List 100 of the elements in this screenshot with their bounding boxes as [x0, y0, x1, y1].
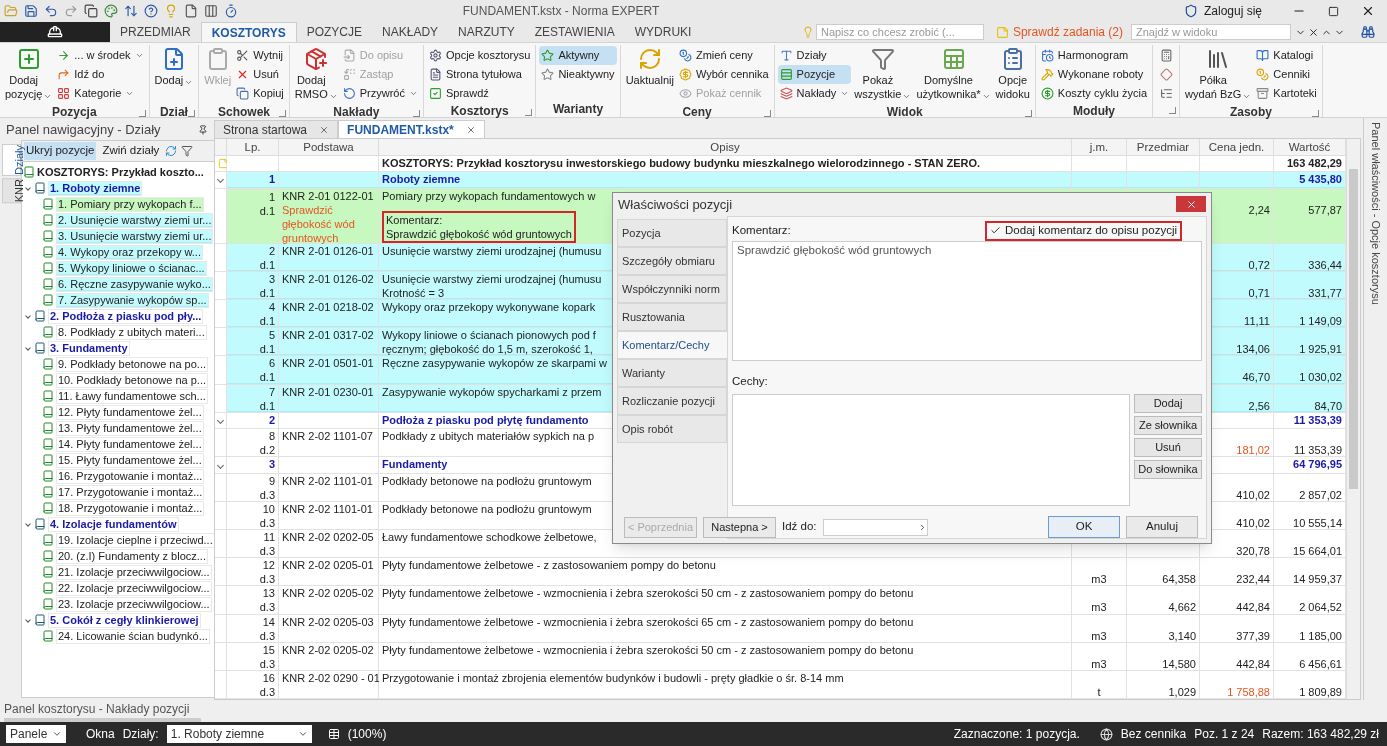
scrollbar[interactable]	[1346, 139, 1360, 699]
comment-checkbox[interactable]: Dodaj komentarz do opisu pozycji	[985, 220, 1182, 241]
app-menu-button[interactable]	[0, 22, 110, 42]
windows-icon[interactable]	[84, 4, 98, 18]
comment-field[interactable]: Sprawdzić głębokość wód gruntowych	[732, 240, 1202, 361]
ribbon-button[interactable]: Usuń	[234, 65, 286, 84]
tree-item[interactable]: 3. Usunięcie warstwy ziemi ur...	[56, 228, 214, 244]
columns-icon[interactable]	[204, 4, 218, 18]
ribbon-button[interactable]: Dodaj pozycję	[3, 46, 55, 104]
panels-combo[interactable]: Panele	[6, 725, 66, 743]
file-icon[interactable]	[184, 4, 198, 18]
ribbon-button[interactable]: Kopiuj	[234, 84, 286, 103]
palette-icon[interactable]	[104, 4, 118, 18]
tree-item[interactable]: 9. Podkłady betonowe na po...	[56, 356, 208, 372]
login-link[interactable]: Zaloguj się	[1203, 2, 1262, 20]
panel-tool-button[interactable]: Ukryj pozycje	[24, 142, 97, 160]
ribbon-button[interactable]: Zmień ceny	[676, 46, 771, 65]
tree-item[interactable]: 20. (z.I) Fundamenty z blocz...	[56, 548, 208, 564]
dialog-tab[interactable]: Opis robót	[617, 414, 727, 443]
dialog-button[interactable]: Usuń	[1134, 438, 1202, 457]
ribbon-tab[interactable]: POZYCJE	[296, 22, 373, 42]
ribbon-button[interactable]: Dodaj	[152, 46, 196, 104]
ribbon-button[interactable]: Pokaż wszystkie	[852, 46, 914, 104]
dialog-launcher-icon[interactable]	[278, 110, 286, 117]
tree-item[interactable]: 14. Płyty fundamentowe żel...	[56, 436, 204, 452]
ribbon-tab[interactable]: ZESTAWIENIA	[524, 22, 625, 42]
ribbon-button[interactable]: Wybór cennika	[676, 65, 771, 84]
tree-item[interactable]: 15. Płyty fundamentowe żel...	[56, 452, 204, 468]
dialog-button[interactable]: Dodaj	[1134, 394, 1202, 413]
ribbon-tab[interactable]: WYDRUKI	[624, 22, 702, 42]
timer-icon[interactable]	[224, 4, 238, 18]
ribbon-button[interactable]: Strona tytułowa	[427, 65, 533, 84]
ribbon-tab[interactable]: PRZEDMIAR	[110, 22, 201, 42]
refresh-icon[interactable]	[165, 145, 178, 157]
ribbon-button[interactable]: Przywróć	[340, 84, 420, 103]
arrows-icon[interactable]	[124, 4, 138, 18]
ribbon-tab[interactable]: NARZUTY	[448, 22, 525, 42]
tree-item[interactable]: 8. Podkłady z ubitych materi...	[56, 324, 207, 340]
ok-button[interactable]: OK	[1048, 516, 1120, 538]
tree-item[interactable]: 1. Roboty ziemne	[48, 180, 143, 196]
ribbon-button[interactable]: Wytnij	[234, 46, 286, 65]
ribbon-button[interactable]: Uaktualnij	[623, 46, 676, 104]
dialog-launcher-icon[interactable]	[188, 110, 196, 117]
undo-icon[interactable]	[44, 4, 58, 18]
ribbon-button[interactable]: Koszty cyklu życia	[1038, 84, 1150, 103]
ribbon-button[interactable]: Pozycje	[777, 65, 852, 84]
dialog-tab[interactable]: Komentarz/Cechy	[617, 330, 727, 359]
ribbon-button[interactable]: Sprawdź	[427, 84, 533, 103]
clear-icon[interactable]	[1308, 26, 1319, 38]
close-icon[interactable]	[1361, 4, 1375, 18]
tree-item[interactable]: 21. Izolacje przeciwwilgociow...	[56, 564, 212, 580]
dialog-tab[interactable]: Pozycja	[617, 218, 727, 247]
document-tab[interactable]: Strona startowa	[214, 120, 339, 138]
ribbon-button[interactable]: Cenniki	[1254, 65, 1319, 84]
tree-item[interactable]: 5. Cokół z cegły klinkierowej	[48, 612, 201, 628]
dialog-button[interactable]: Do słownika	[1134, 460, 1202, 479]
zoom-menu[interactable]: (100%)	[347, 725, 387, 743]
dialog-launcher-icon[interactable]	[1311, 110, 1319, 117]
ribbon-button[interactable]: Półka wydań BzG	[1183, 46, 1254, 104]
dialog-tab[interactable]: Szczegóły obmiaru	[617, 246, 727, 275]
tree-item[interactable]: 11. Ławy fundamentowe sch...	[56, 388, 208, 404]
redo-icon[interactable]	[64, 4, 78, 18]
dialog-launcher-icon[interactable]	[1024, 110, 1032, 117]
tree-item[interactable]: 23. Izolacje przeciwwilgociow...	[56, 596, 212, 612]
ribbon-button[interactable]: Opcje kosztorysu	[427, 46, 533, 65]
ribbon-button[interactable]: Kartoteki	[1254, 84, 1319, 103]
ribbon-button[interactable]: Katalogi	[1254, 46, 1319, 65]
sections-combo[interactable]: 1. Roboty ziemne	[166, 725, 312, 743]
pin-icon[interactable]	[198, 125, 208, 135]
windows-menu[interactable]: Okna	[86, 725, 115, 743]
tree-item[interactable]: 12. Płyty fundamentowe żel...	[56, 404, 204, 420]
tree-item[interactable]: 13. Płyty fundamentowe żel...	[56, 420, 204, 436]
cancel-button[interactable]: Anuluj	[1126, 516, 1198, 538]
side-tab[interactable]: KNR	[2, 177, 21, 204]
ribbon-tab[interactable]: KOSZTORYS	[200, 22, 297, 42]
tree-item[interactable]: 19. Izolacje cieplne i przeciwd...	[56, 532, 215, 548]
tree-item[interactable]: 5. Wykopy liniowe o ścianac...	[56, 260, 207, 276]
dialog-tab[interactable]: Rusztowania	[617, 302, 727, 331]
dialog-tab[interactable]: Rozliczanie pozycji	[617, 386, 727, 415]
dialog-tab[interactable]: Warianty	[617, 358, 727, 387]
tree-item[interactable]: 22. Izolacje przeciwwilgociow...	[56, 580, 212, 596]
tell-me-field[interactable]: Napisz co chcesz zrobić (...	[815, 24, 984, 40]
panel-tool-button[interactable]: Zwiń działy	[100, 142, 162, 160]
dialog-tab[interactable]: Współczynniki norm	[617, 274, 727, 303]
tree-item[interactable]: 4. Wykopy oraz przekopy w...	[56, 244, 203, 260]
tree-item[interactable]: 10. Podkłady betonowe na p...	[56, 372, 208, 388]
dialog-launcher-icon[interactable]	[763, 110, 771, 117]
maximize-icon[interactable]	[1328, 5, 1339, 17]
tree-item[interactable]: KOSZTORYS: Przykład koszto...	[37, 163, 204, 181]
document-tab[interactable]: FUNDAMENT.kstx*	[338, 120, 485, 138]
ribbon-button[interactable]: Działy	[777, 46, 852, 65]
ribbon-button[interactable]: Wykonane roboty	[1038, 65, 1150, 84]
tree-item[interactable]: 18. Przygotowanie i montaż...	[56, 500, 205, 516]
ribbon-button[interactable]: Idź do	[55, 65, 146, 84]
tree-item[interactable]: 7. Zasypywanie wykopów sp...	[56, 292, 209, 308]
ribbon-button[interactable]: Dodaj RMSO	[292, 46, 340, 104]
dialog-launcher-icon[interactable]	[525, 109, 533, 116]
ribbon-button[interactable]: ... w środek	[55, 46, 146, 65]
side-panel-tab[interactable]: Panel właściwości - Opcje kosztorysu	[1367, 122, 1384, 700]
ribbon-button[interactable]: Nieaktywny	[539, 65, 617, 84]
